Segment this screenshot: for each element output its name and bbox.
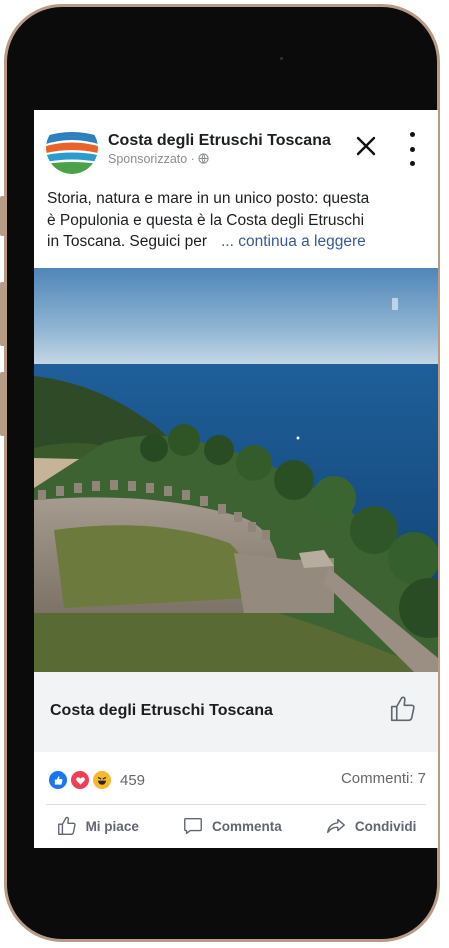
phone-side-button bbox=[0, 282, 5, 346]
post-image-populonia-castle[interactable] bbox=[34, 268, 438, 672]
caption-line: è Populonia e questa è la Costa degli Et… bbox=[47, 211, 365, 229]
like-button[interactable]: Mi piace bbox=[56, 815, 139, 837]
comment-button[interactable]: Commenta bbox=[182, 815, 282, 837]
caption-line: in Toscana. Seguici per ... continua a le… bbox=[47, 231, 427, 253]
share-icon bbox=[326, 818, 345, 834]
post-stats: 459 Commenti: 7 bbox=[34, 752, 438, 804]
love-reaction-icon bbox=[70, 770, 90, 790]
phone-side-button bbox=[0, 196, 5, 236]
reaction-count: 459 bbox=[120, 771, 146, 789]
more-vertical-icon-dot bbox=[409, 132, 415, 137]
share-button[interactable]: Condividi bbox=[325, 815, 417, 837]
more-vertical-icon-dot bbox=[409, 161, 415, 166]
like-reaction-icon bbox=[48, 770, 68, 790]
globe-icon bbox=[198, 153, 209, 164]
reactions-summary[interactable]: 459 bbox=[48, 770, 145, 790]
link-preview-title: Costa degli Etruschi Toscana bbox=[50, 702, 273, 719]
link-preview-bar[interactable]: Costa degli Etruschi Toscana bbox=[34, 672, 438, 752]
close-icon bbox=[356, 136, 376, 156]
phone-screen: Costa degli Etruschi Toscana Sponsorizza… bbox=[34, 110, 438, 848]
phone-side-button bbox=[0, 372, 5, 436]
share-button-label: Condividi bbox=[354, 818, 417, 834]
close-button[interactable] bbox=[352, 132, 380, 160]
sponsored-label: Sponsorizzato · bbox=[108, 152, 209, 166]
haha-reaction-icon bbox=[92, 770, 112, 790]
like-button-label: Mi piace bbox=[85, 818, 139, 834]
thumbs-up-outline-icon bbox=[57, 816, 76, 835]
page-avatar[interactable] bbox=[46, 122, 98, 174]
divider bbox=[46, 804, 426, 805]
caption-text: in Toscana. Seguici per bbox=[47, 233, 207, 250]
post-caption: Storia, natura e mare in un unico posto:… bbox=[47, 188, 427, 253]
more-options-button[interactable] bbox=[402, 132, 422, 166]
continue-reading-link[interactable]: ... continua a leggere bbox=[221, 233, 366, 250]
post-header: Costa degli Etruschi Toscana Sponsorizza… bbox=[34, 110, 438, 180]
comment-icon bbox=[184, 817, 202, 835]
front-camera bbox=[280, 57, 283, 60]
thumbs-up-outline-icon[interactable] bbox=[388, 694, 418, 724]
more-vertical-icon-dot bbox=[409, 146, 415, 152]
comments-count[interactable]: Commenti: 7 bbox=[341, 770, 426, 787]
caption-line: Storia, natura e mare in un unico posto:… bbox=[47, 190, 370, 207]
sponsored-text: Sponsorizzato · bbox=[108, 152, 199, 166]
comment-button-label: Commenta bbox=[211, 818, 282, 834]
post-actions: Mi piace Commenta Condividi bbox=[34, 808, 438, 844]
page-name[interactable]: Costa degli Etruschi Toscana bbox=[108, 132, 331, 150]
